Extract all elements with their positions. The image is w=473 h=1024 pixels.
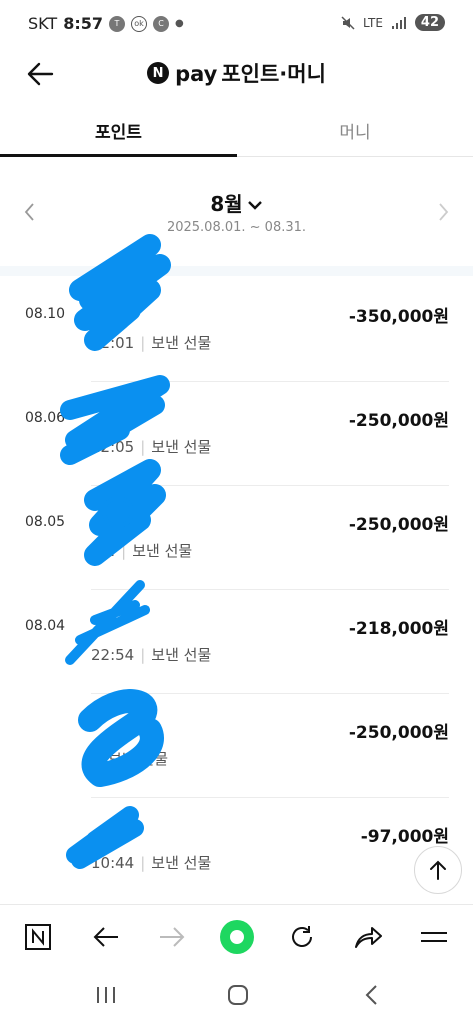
naver-home-button[interactable] [20,919,56,955]
transaction-date: 08.04 [25,618,66,634]
menu-button[interactable] [416,919,452,955]
network-type: LTE [362,15,383,30]
transaction-row[interactable]: 08.10 22:01 | 보낸 선물 -350,000원 [25,278,449,382]
transaction-date: 08.06 [25,410,66,426]
carrier: SKT [28,14,58,33]
transaction-time: 10:44 [91,854,135,872]
transaction-row[interactable]: 08.04 22:54 | 보낸 선물 -218,000원 [25,590,449,694]
transaction-amount: -218,000원 [348,619,449,639]
status-bar: SKT 8:57 T ok C ● LTE 42 [0,0,473,50]
arrow-right-icon [160,927,185,947]
next-month-icon[interactable] [433,200,453,224]
transaction-amount: -97,000원 [360,827,449,847]
tab-points[interactable]: 포인트 [0,118,237,156]
clock: 8:57 [63,14,103,33]
chevron-down-icon [247,192,263,216]
talk-icon: T [108,15,125,32]
system-back-icon[interactable] [362,983,382,1007]
browser-toolbar [0,904,473,969]
transaction-kind: 보낸 선물 [151,334,212,352]
month-label: 8월 [210,192,243,216]
scroll-top-button[interactable] [414,846,462,894]
mute-icon [341,15,355,30]
status-left: SKT 8:57 T ok C ● [28,14,184,33]
month-selector[interactable]: 8월 [0,188,473,217]
transaction-amount: -250,000원 [348,411,449,431]
arrow-up-icon [430,860,446,880]
section-band [0,266,473,276]
signal-icon [391,16,406,29]
green-dot-icon [220,920,254,954]
share-icon [355,927,382,948]
c-icon: C [152,15,169,32]
transaction-amount: -250,000원 [348,723,449,743]
green-home-button[interactable] [219,919,255,955]
transaction-time: 22:01 [91,334,135,352]
transaction-kind: 보낸 선물 [108,750,169,768]
browser-back-button[interactable] [88,919,124,955]
tab-money[interactable]: 머니 [237,118,473,156]
status-right: LTE 42 [341,14,445,31]
share-button[interactable] [350,919,386,955]
browser-forward-button[interactable] [154,919,190,955]
recent-apps-icon[interactable] [94,984,118,1006]
transaction-kind: 보낸 선물 [151,438,212,456]
transaction-row[interactable]: | 보낸 선물 -250,000원 [25,694,449,798]
transaction-row[interactable]: 08.06 22:05 | 보낸 선물 -250,000원 [25,382,449,486]
naver-n-icon [25,924,51,950]
refresh-icon [292,926,312,947]
page-title: N pay 포인트·머니 [0,58,473,88]
transaction-amount: -350,000원 [348,307,449,327]
transaction-date: 08.05 [25,514,66,530]
transaction-time: 22:54 [91,646,135,664]
system-nav-bar [0,968,473,1024]
transaction-row[interactable]: 08.05 22: | 보낸 선물 -250,000원 [25,486,449,590]
transaction-kind: 보낸 선물 [151,646,212,664]
transaction-kind: 보낸 선물 [132,542,193,560]
title-text: 포인트·머니 [221,62,326,86]
battery-level: 42 [414,14,445,31]
transaction-time: 22: [91,542,116,560]
refresh-button[interactable] [284,919,320,955]
transaction-amount: -250,000원 [348,515,449,535]
active-tab-indicator [0,154,237,157]
naver-pay-logo: N [147,62,170,84]
transaction-kind: 보낸 선물 [151,854,212,872]
home-icon[interactable] [226,983,250,1007]
transaction-date: 08.10 [25,306,66,322]
transaction-row[interactable]: 10:44 | 보낸 선물 -97,000원 [25,798,449,902]
arrow-left-icon [93,927,118,947]
brand-name: pay [175,62,218,86]
transaction-time: 22:05 [91,438,135,456]
ok-icon: ok [130,15,147,32]
dot-icon: ● [174,18,184,29]
period-range: 2025.08.01. ~ 08.31. [166,220,307,235]
hamburger-icon [421,932,447,942]
